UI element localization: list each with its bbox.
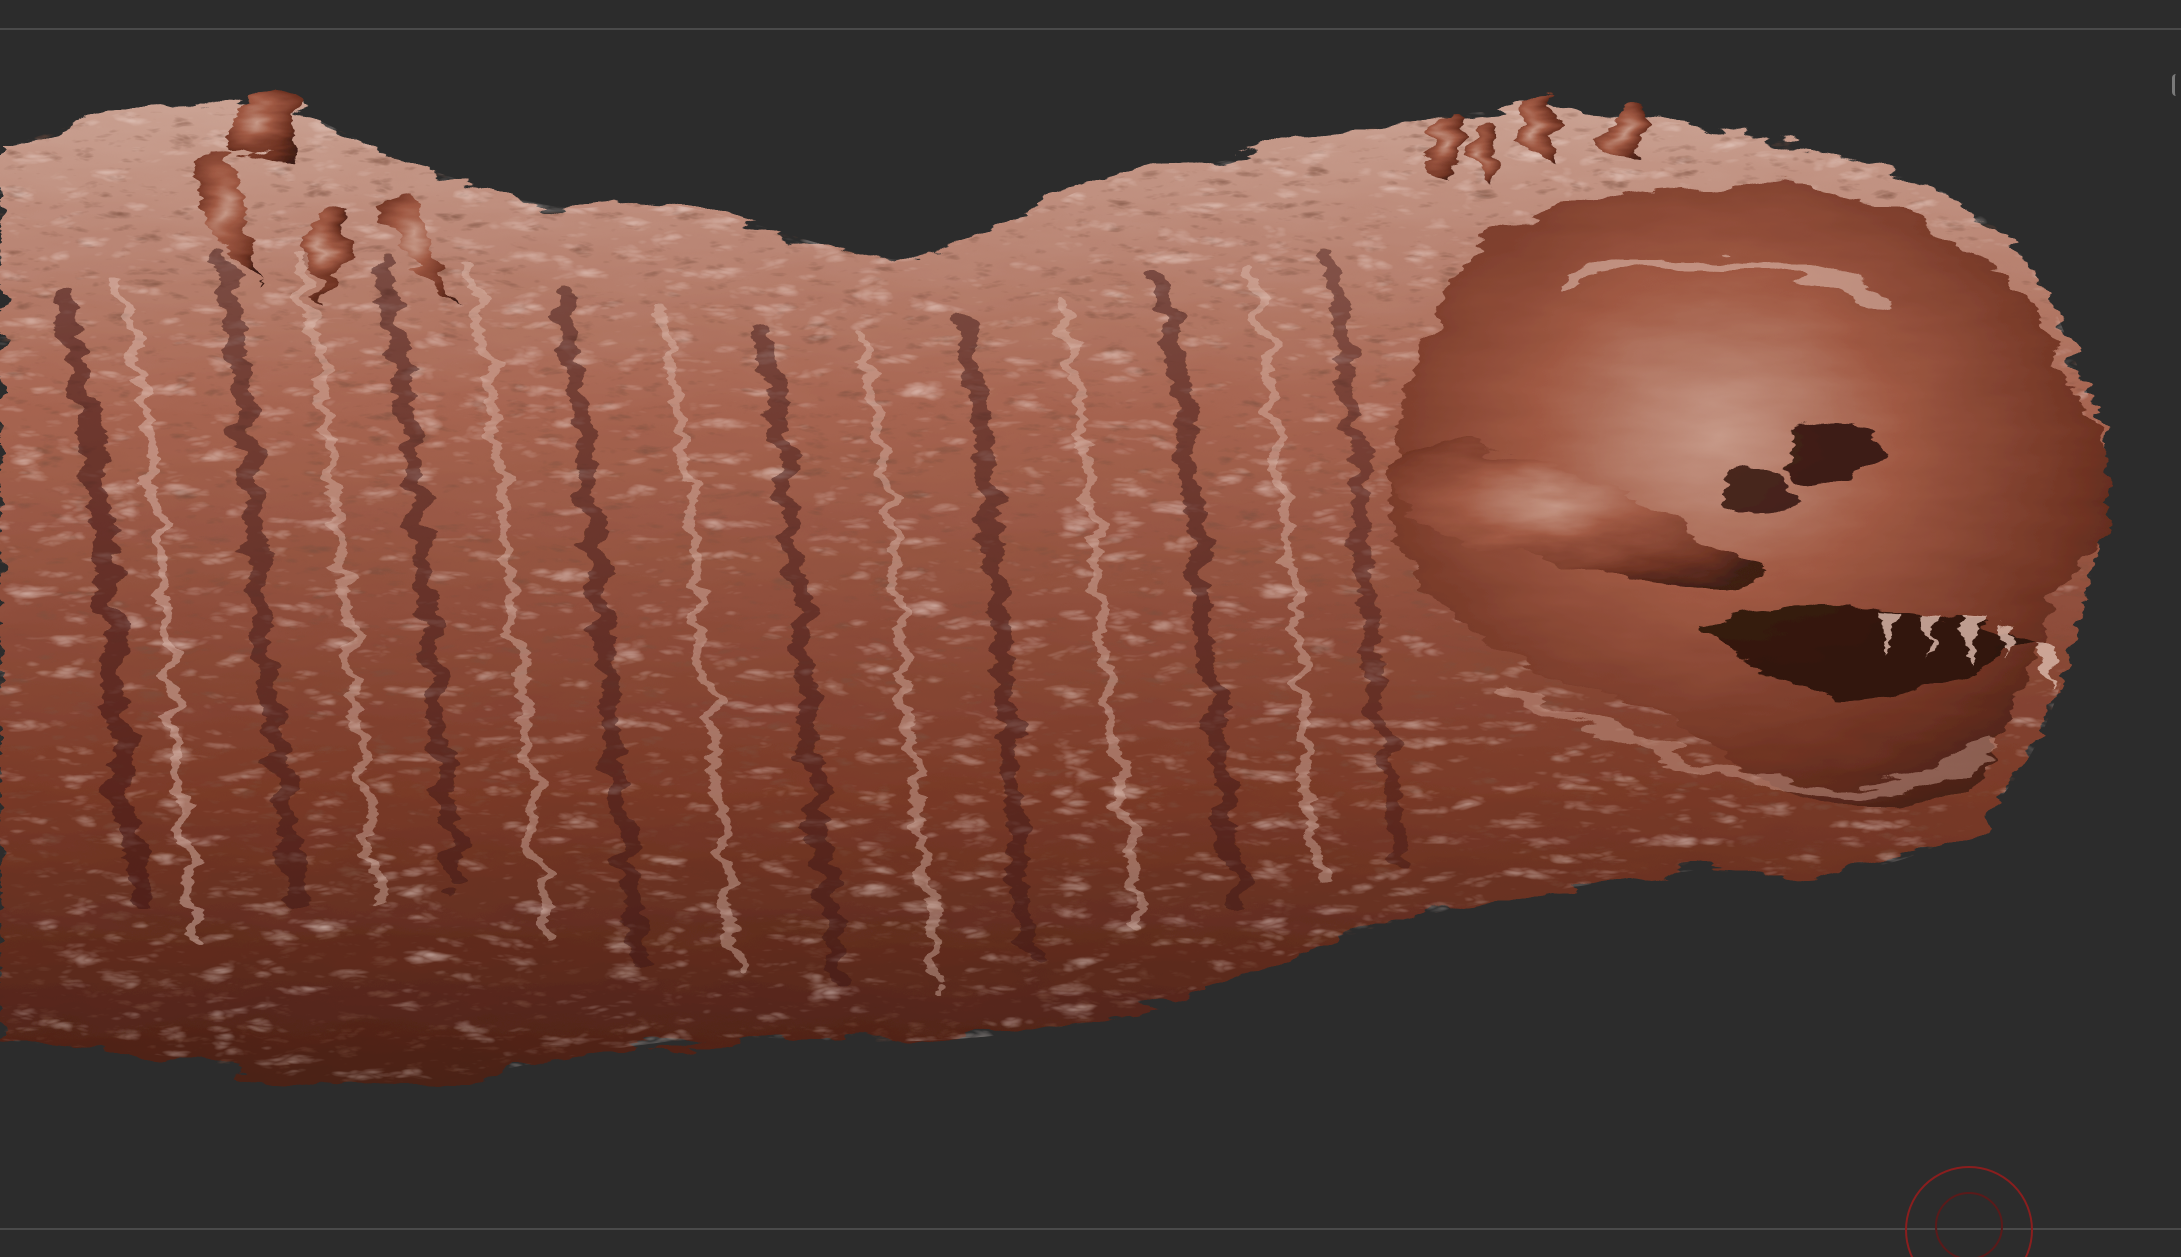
viewport-bottom-guide xyxy=(0,1228,2181,1230)
sculpt-viewport[interactable] xyxy=(0,0,2181,1257)
edge-indicator-icon xyxy=(2172,74,2181,96)
sculpt-model-render[interactable] xyxy=(0,0,2181,1257)
rotate-gizmo-inner-ring xyxy=(1935,1192,2003,1257)
